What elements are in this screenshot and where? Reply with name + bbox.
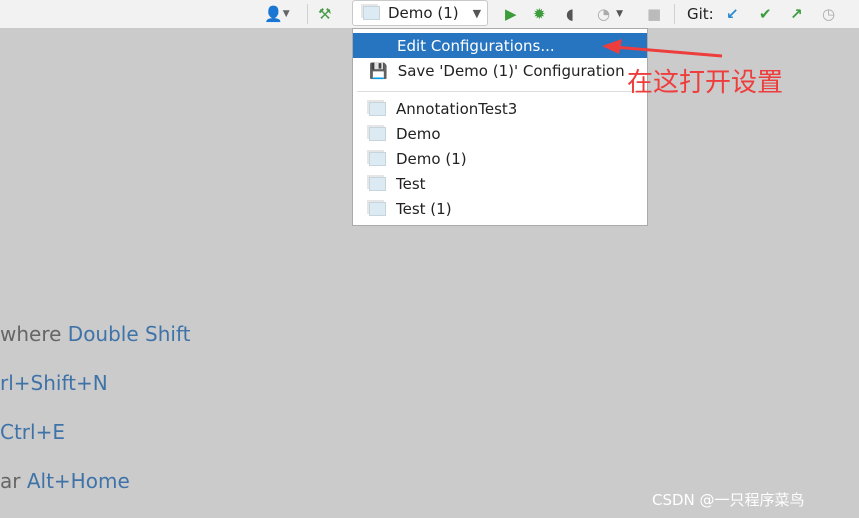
- window-icon: [369, 101, 386, 116]
- user-icon[interactable]: 👤 ▼: [264, 4, 290, 24]
- menu-item-label: Demo (1): [396, 149, 467, 168]
- debug-bug-icon[interactable]: ✹: [533, 4, 546, 24]
- divider: [307, 4, 308, 24]
- menu-item-config[interactable]: Demo (1): [353, 146, 647, 171]
- run-icon[interactable]: ▶: [505, 4, 517, 24]
- menu-item-label: Demo: [396, 124, 441, 143]
- window-icon: [369, 201, 386, 216]
- git-update-icon[interactable]: ↙: [726, 4, 739, 24]
- annotation-text: 在这打开设置: [627, 68, 784, 98]
- toolbar: 👤 ▼ ⚒ Demo (1) ▼ ▶ ✹ ◖ ◔ ▼ ■ Git: ↙ ✔ ↗ ◷: [0, 0, 859, 29]
- save-floppy-icon: 💾: [369, 61, 388, 80]
- menu-item-label: Save 'Demo (1)' Configuration: [397, 61, 625, 80]
- divider: [674, 4, 675, 24]
- hint-goto-file: rl+Shift+N: [0, 371, 108, 395]
- stop-icon[interactable]: ■: [647, 4, 661, 24]
- build-hammer-icon[interactable]: ⚒: [318, 4, 331, 24]
- run-config-label: Demo (1): [388, 4, 459, 22]
- git-label: Git:: [687, 5, 714, 23]
- window-icon: [369, 151, 386, 166]
- chevron-down-icon: ▼: [472, 6, 482, 20]
- hint-navigation-bar: ar Alt+Home: [0, 469, 130, 493]
- window-icon: [369, 176, 386, 191]
- menu-item-label: Test: [396, 174, 426, 193]
- menu-item-config[interactable]: Test: [353, 171, 647, 196]
- menu-item-label: Test (1): [396, 199, 452, 218]
- git-push-icon[interactable]: ↗: [790, 4, 803, 24]
- menu-item-config[interactable]: Demo: [353, 121, 647, 146]
- menu-item-label: Edit Configurations...: [397, 36, 555, 55]
- window-icon: [369, 126, 386, 141]
- profile-icon[interactable]: ◔ ▼: [597, 4, 623, 24]
- hint-search-everywhere: where Double Shift: [0, 322, 191, 346]
- history-clock-icon[interactable]: ◷: [822, 4, 835, 24]
- run-config-combo[interactable]: Demo (1) ▼: [352, 0, 488, 26]
- menu-item-config[interactable]: AnnotationTest3: [353, 96, 647, 121]
- menu-separator: [357, 91, 647, 92]
- menu-item-config[interactable]: Test (1): [353, 196, 647, 221]
- menu-item-label: AnnotationTest3: [396, 99, 518, 118]
- window-icon: [363, 6, 380, 20]
- annotation-arrow-icon: [602, 39, 723, 58]
- coverage-icon[interactable]: ◖: [566, 4, 574, 24]
- menu-item-save-configuration[interactable]: 💾 Save 'Demo (1)' Configuration: [353, 58, 647, 83]
- hint-recent-files: Ctrl+E: [0, 420, 65, 444]
- git-commit-check-icon[interactable]: ✔: [759, 4, 772, 24]
- watermark: CSDN @一只程序菜鸟: [652, 491, 805, 509]
